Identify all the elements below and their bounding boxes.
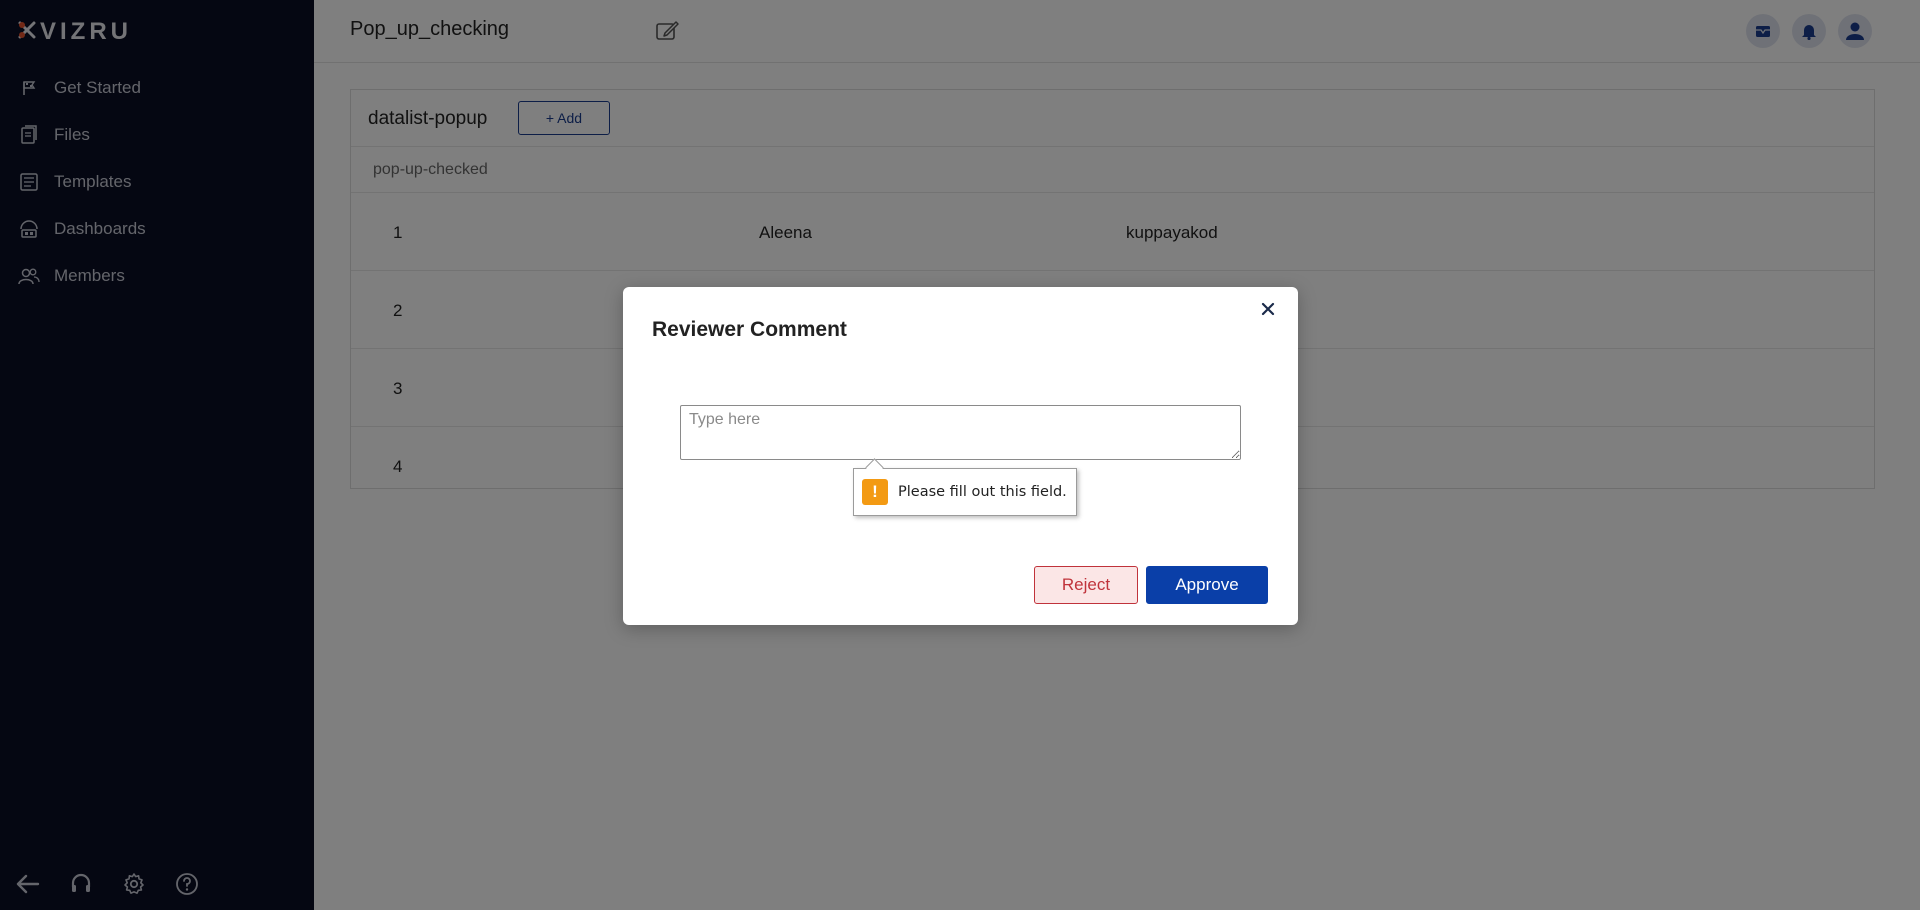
dialog-title: Reviewer Comment <box>652 318 847 341</box>
close-icon[interactable] <box>1256 297 1280 321</box>
reject-button[interactable]: Reject <box>1034 566 1138 604</box>
validation-message: Please fill out this field. <box>898 484 1067 500</box>
approve-button[interactable]: Approve <box>1146 566 1268 604</box>
validation-tooltip: ! Please fill out this field. <box>853 468 1077 516</box>
warning-icon: ! <box>862 479 888 505</box>
comment-input[interactable] <box>680 405 1241 460</box>
reviewer-comment-dialog: Reviewer Comment ! Please fill out this … <box>623 287 1298 625</box>
